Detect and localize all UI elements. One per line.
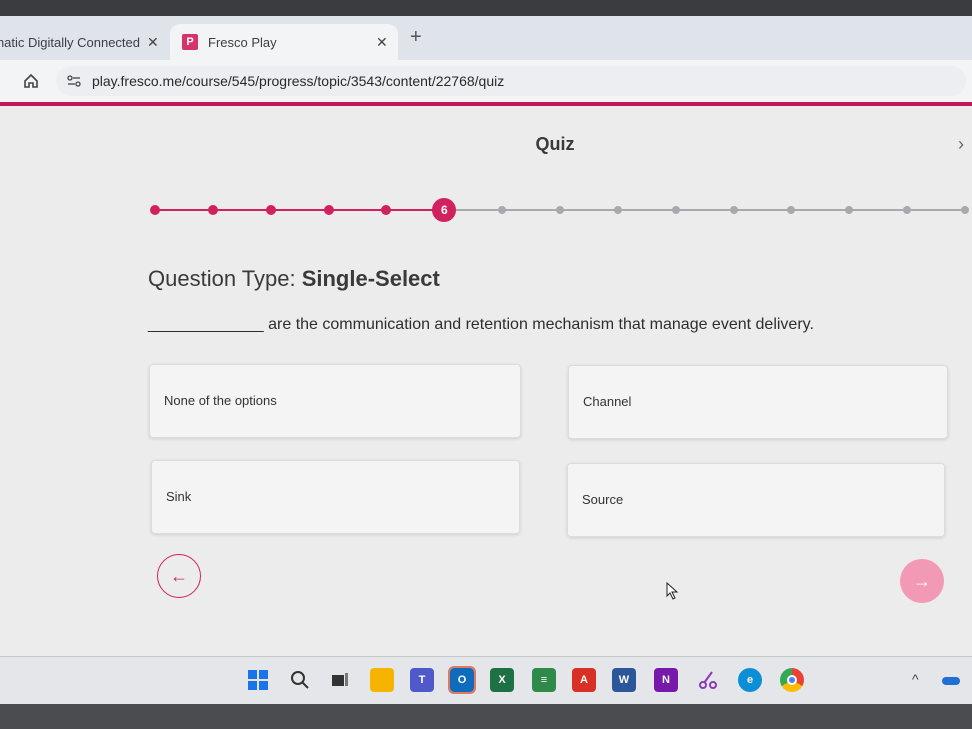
progress-step-completed[interactable] — [207, 205, 218, 215]
next-question-button[interactable]: → — [900, 559, 944, 603]
mouse-cursor-icon — [666, 582, 679, 600]
outlook-icon[interactable]: O — [448, 666, 476, 694]
url-text: play.fresco.me/course/545/progress/topic… — [92, 73, 505, 89]
progress-step-pending[interactable] — [961, 206, 969, 214]
tab-fresco-play[interactable]: P Fresco Play ✕ — [170, 24, 398, 60]
progress-step-pending[interactable] — [787, 206, 796, 214]
progress-line-remaining — [443, 209, 964, 211]
onedrive-icon[interactable] — [942, 677, 960, 685]
progress-step-pending[interactable] — [556, 206, 564, 214]
question-type-value: Single-Select — [301, 266, 440, 291]
tab-title: Pragmatic Digitally Connected — [0, 34, 140, 50]
progress-step-completed[interactable] — [381, 205, 392, 215]
onenote-icon[interactable]: N — [654, 668, 678, 692]
option-none-of-the-options[interactable]: None of the options — [149, 364, 521, 438]
option-label: Sink — [166, 489, 192, 504]
notepad-icon[interactable]: ≡ — [532, 668, 556, 692]
monitor-bezel-bottom — [0, 704, 972, 729]
windows-taskbar: T O X ≡ A W N e ^ — [0, 656, 972, 704]
option-label: Channel — [583, 394, 632, 409]
question-type: Question Type: Single-Select — [148, 266, 440, 292]
option-source[interactable]: Source — [567, 463, 945, 537]
option-label: Source — [582, 492, 624, 507]
progress-step-pending[interactable] — [613, 206, 622, 214]
page-title: Quiz — [535, 134, 575, 154]
progress-step-pending[interactable] — [498, 206, 507, 214]
progress-step-pending[interactable] — [845, 206, 854, 214]
task-view-icon[interactable] — [328, 668, 352, 692]
chevron-right-icon[interactable]: › — [958, 134, 964, 155]
question-text: _____________ are the communication and … — [148, 316, 814, 333]
tab-close-icon[interactable]: ✕ — [147, 34, 159, 51]
option-label: None of the options — [164, 393, 277, 408]
option-sink[interactable]: Sink — [151, 460, 520, 534]
previous-question-button[interactable]: ← — [157, 554, 201, 598]
question-type-label: Question Type: — [148, 266, 302, 291]
site-info-icon[interactable] — [66, 73, 82, 89]
option-channel[interactable]: Channel — [568, 365, 948, 439]
arrow-left-icon: ← — [170, 565, 188, 586]
windows-start-icon[interactable] — [246, 668, 270, 692]
progress-step-pending[interactable] — [729, 206, 738, 214]
question-progress: 6 — [150, 198, 969, 222]
address-bar[interactable]: play.fresco.me/course/545/progress/topic… — [56, 66, 966, 96]
file-explorer-icon[interactable] — [370, 668, 394, 692]
snipping-tool-icon[interactable] — [696, 668, 720, 692]
tab-title: Fresco Play — [208, 34, 277, 50]
browser-tab-strip: Pragmatic Digitally Connected ✕ P Fresco… — [0, 16, 972, 60]
home-icon[interactable] — [22, 72, 40, 90]
progress-step-completed[interactable] — [150, 205, 160, 215]
progress-step-completed[interactable] — [265, 205, 276, 215]
progress-step-completed[interactable] — [323, 205, 334, 215]
progress-step-pending[interactable] — [903, 206, 912, 214]
excel-icon[interactable]: X — [490, 668, 514, 692]
tab-close-icon[interactable]: ✕ — [376, 34, 388, 51]
teams-icon[interactable]: T — [410, 668, 434, 692]
acrobat-icon[interactable]: A — [572, 668, 596, 692]
progress-step-pending[interactable] — [671, 206, 680, 214]
fresco-favicon-icon: P — [182, 34, 198, 50]
new-tab-button[interactable]: + — [410, 26, 422, 49]
arrow-right-icon: → — [913, 570, 931, 591]
tab-pragmatic[interactable]: Pragmatic Digitally Connected ✕ — [0, 24, 170, 60]
search-icon[interactable] — [288, 668, 312, 692]
edge-icon[interactable]: e — [738, 668, 762, 692]
browser-toolbar: play.fresco.me/course/545/progress/topic… — [0, 60, 972, 102]
monitor-bezel-top — [0, 0, 972, 16]
tray-overflow-icon[interactable]: ^ — [912, 671, 919, 687]
chrome-icon[interactable] — [780, 668, 804, 692]
progress-line-completed — [154, 209, 444, 211]
word-icon[interactable]: W — [612, 668, 636, 692]
progress-step-current[interactable]: 6 — [432, 198, 457, 222]
quiz-page: Quiz › 6 Question Type: Single-Select __… — [0, 106, 972, 656]
